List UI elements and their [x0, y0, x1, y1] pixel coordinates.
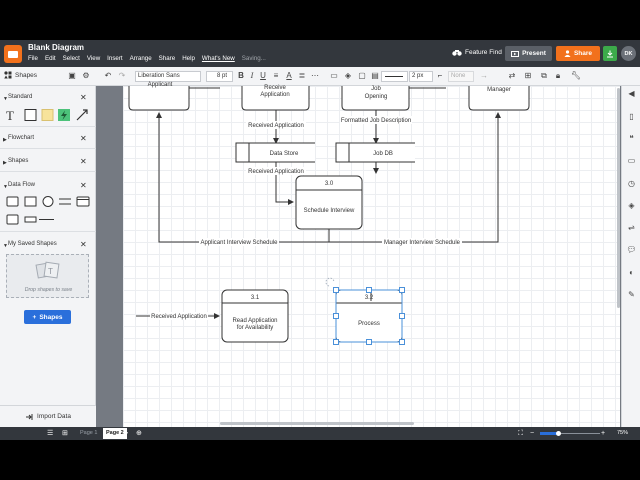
zoom-slider-handle[interactable] [556, 431, 561, 436]
job-opening-label-line1: Job [371, 86, 381, 92]
schedule-interview-number: 3.0 [325, 181, 334, 187]
lucidchart-app: Blank Diagram File Edit Select View Inse… [0, 40, 640, 440]
diagram-canvas: Applicant Receive Application Job Openin… [128, 82, 530, 345]
magic-wand-icon[interactable]: ✎ [626, 289, 637, 300]
manager-label: Manager [487, 87, 511, 93]
add-page-icon[interactable]: ⊕ [136, 429, 142, 438]
collapse-arrow-icon[interactable]: ◀ [626, 88, 637, 99]
process-number: 3.2 [365, 295, 374, 301]
rotate-handle-icon[interactable] [325, 277, 335, 287]
applicant-label: Applicant [148, 82, 173, 88]
theme-icon[interactable]: ◐ [626, 267, 637, 278]
page-icon[interactable]: ▯ [626, 111, 637, 122]
grid-view-icon[interactable]: ⊞ [62, 429, 68, 438]
read-application-number: 3.1 [251, 295, 260, 301]
clock-icon[interactable]: ◷ [626, 178, 637, 189]
flow-label-received-application-2[interactable]: Received Application [248, 169, 304, 175]
flow-label-applicant-schedule[interactable]: Applicant Interview Schedule [200, 240, 278, 246]
data-store-label: Data Store [270, 151, 299, 157]
page-menu-chevron-icon[interactable]: ▼ [124, 430, 129, 439]
job-opening-label-line2: Opening [365, 94, 388, 100]
zoom-fit-icon[interactable]: ⛶ [518, 429, 523, 438]
receive-application-label-line1: Receive [264, 85, 286, 91]
applicant-entity[interactable] [128, 86, 190, 111]
flow-label-received-application-1[interactable]: Received Application [248, 123, 304, 129]
layers-icon[interactable]: ◈ [626, 200, 637, 211]
zoom-out-icon[interactable]: − [530, 429, 534, 438]
flow-label-manager-schedule[interactable]: Manager Interview Schedule [384, 240, 461, 246]
right-tool-rail: ◀ ▯ ❝ ▭ ◷ ◈ ⇌ 💬︎ ◐ ✎ [621, 86, 640, 427]
horizontal-scrollbar[interactable] [220, 422, 414, 425]
flow-label-received-application-3[interactable]: Received Application [151, 314, 207, 320]
vertical-scrollbar[interactable] [617, 88, 620, 308]
presentation-icon[interactable]: ▭ [626, 155, 637, 166]
job-db-label: Job DB [373, 151, 393, 157]
read-application-label-line1: Read Application [232, 318, 277, 324]
page-tab-1[interactable]: Page 1 [77, 428, 100, 439]
flow-label-formatted-job[interactable]: Formatted Job Description [341, 118, 411, 124]
bottom-bar: ☰ ⊞ Page 1 Page 2 ▼ ⊕ ⛶ − + 75% [0, 427, 640, 440]
receive-application-label-line2: Application [260, 92, 289, 98]
quote-icon[interactable]: ❝ [626, 133, 637, 144]
comment-icon[interactable]: 💬︎ [626, 244, 637, 255]
process-label: Process [358, 321, 380, 327]
read-application-label-line2: for Availability [237, 325, 274, 331]
zoom-level[interactable]: 75% [617, 429, 628, 438]
schedule-interview-label: Schedule Interview [304, 208, 355, 214]
data-link-icon[interactable]: ⇌ [626, 222, 637, 233]
list-view-icon[interactable]: ☰ [47, 429, 53, 438]
zoom-in-icon[interactable]: + [601, 429, 605, 438]
